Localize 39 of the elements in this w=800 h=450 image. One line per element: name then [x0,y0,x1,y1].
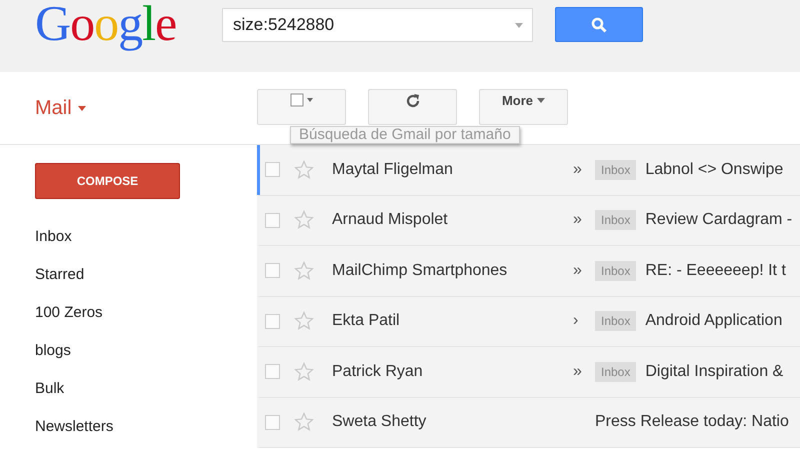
sidebar-item[interactable]: Starred [35,266,84,282]
message-row[interactable]: MailChimp Smartphones » Inbox RE: - Eeeeeeep! It t [257,246,800,296]
sidebar-item[interactable]: blogs [35,342,71,358]
subject-text: RE: - Eeeeeeep! It t [645,262,786,280]
sidebar-item[interactable]: Newsletters [35,418,114,434]
compose-button[interactable]: COMPOSE [35,163,180,199]
importance-marker: › [573,312,578,330]
importance-marker: » [573,362,582,380]
importance-marker: » [573,160,582,178]
subject-text: Review Cardagram - [645,211,792,230]
subject-text: Android Application [645,312,782,330]
inbox-label: Inbox [595,160,636,180]
sidebar-item[interactable]: 100 Zeros [35,304,103,320]
tooltip: Búsqueda de Gmail por tamaño [290,126,520,144]
importance-marker: » [573,211,582,228]
message-row[interactable]: Sweta Shetty Press Release today: Natio [257,398,800,448]
search-field[interactable]: size:5242880 [222,8,533,42]
subject-text: Labnol <> Onswipe [645,160,784,179]
inbox-label: Inbox [595,311,636,332]
inbox-label: Inbox [595,260,636,281]
sender-name: Sweta Shetty [332,413,428,432]
mail-menu[interactable]: Mail [35,96,86,120]
sender-name: Maytal Fligelman [332,160,454,179]
subject-text: Press Release today: Natio [595,413,789,432]
importance-marker: » [573,262,582,279]
sender-name: Ekta Patil [332,312,401,330]
sender-name: Arnaud Mispolet [332,211,449,230]
sender-name: Patrick Ryan [332,362,424,381]
subject-text: Digital Inspiration & [645,362,784,381]
inbox-label: Inbox [595,210,636,230]
sidebar-item[interactable]: Inbox [35,228,72,244]
inbox-label: Inbox [595,362,636,382]
sidebar-item[interactable]: Bulk [35,380,64,396]
message-row[interactable]: Patrick Ryan » Inbox Digital Inspiration & [257,347,800,398]
message-row[interactable]: Maytal Fligelman » Inbox Labnol <> Onswipe [257,145,800,196]
sender-name: MailChimp Smartphones [332,262,508,280]
message-row[interactable]: Arnaud Mispolet » Inbox Review Cardagram - [257,196,800,246]
message-row[interactable]: Ekta Patil › Inbox Android Application [257,296,800,347]
more-button[interactable]: More [479,89,568,125]
